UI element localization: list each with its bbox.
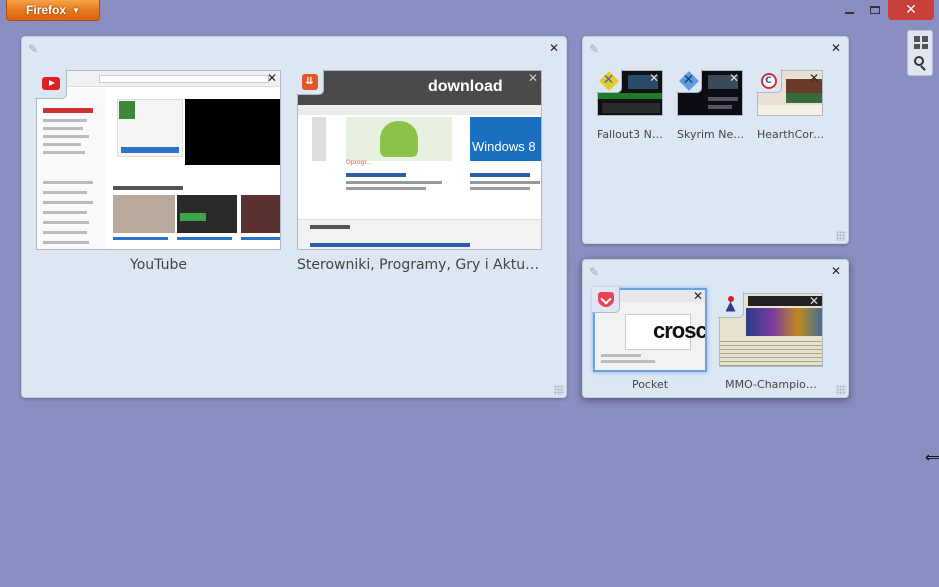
nexus-icon	[680, 72, 698, 90]
pocket-favicon	[592, 287, 620, 313]
tab-title: HearthCore - …	[757, 128, 825, 141]
close-group-button[interactable]: ✕	[830, 42, 842, 54]
close-tab-button[interactable]: ✕	[808, 295, 820, 307]
tab-hearthcore[interactable]: C ✕ HearthCore - …	[756, 69, 825, 141]
tab-mmo-champion[interactable]: ✕ MMO-Champio…	[718, 292, 823, 392]
tab-group-1[interactable]: ✎ ✕ ✕ YouTube download Windows 8 Oprogr.…	[21, 36, 567, 398]
hearthcore-icon: C	[760, 72, 777, 89]
chevron-down-icon: ▼	[72, 5, 80, 15]
panorama-tools	[907, 30, 933, 76]
youtube-favicon	[35, 69, 67, 99]
firefox-menu-button[interactable]: Firefox ▼	[6, 0, 100, 21]
thumb-logo: download	[428, 78, 503, 95]
close-tab-button[interactable]: ✕	[692, 290, 704, 302]
group-view-icon[interactable]	[914, 36, 928, 49]
tab-title: Sterowniki, Programy, Gry i Aktual…	[297, 257, 542, 273]
tab-title: Fallout3 Nexus…	[597, 128, 665, 141]
minimize-button[interactable]	[838, 0, 860, 20]
edit-group-title-icon[interactable]: ✎	[589, 42, 603, 56]
tab-pocket[interactable]: crosc ✕ Pocket	[592, 287, 707, 392]
nexus-favicon	[596, 69, 622, 93]
close-tab-button[interactable]: ✕	[266, 72, 278, 84]
nexus-icon	[600, 72, 618, 90]
edit-group-title-icon[interactable]: ✎	[28, 42, 42, 56]
thumb-label: Windows 8	[472, 139, 536, 154]
maximize-button[interactable]	[864, 0, 886, 20]
dobreprogramy-icon: ⇊	[301, 73, 318, 90]
tab-skyrim-nexus[interactable]: ✕ Skyrim Nexus…	[676, 69, 745, 141]
tab-title: YouTube	[130, 257, 187, 273]
tab-thumbnail: download Windows 8 Oprogr...	[297, 70, 542, 250]
hearthcore-favicon: C	[756, 69, 782, 93]
tab-title: Skyrim Nexus…	[677, 128, 745, 141]
resize-grip[interactable]	[836, 231, 846, 241]
firefox-menu-label: Firefox	[26, 3, 67, 17]
maximize-icon	[870, 6, 880, 14]
close-tab-button[interactable]: ✕	[808, 72, 820, 84]
close-tab-button[interactable]: ✕	[648, 72, 660, 84]
youtube-icon	[41, 77, 60, 90]
tab-thumbnail	[36, 70, 281, 250]
mmo-champion-favicon	[718, 292, 744, 318]
close-group-button[interactable]: ✕	[830, 265, 842, 277]
close-tab-button[interactable]: ✕	[527, 72, 539, 84]
resize-cursor-icon: ⟺	[925, 450, 939, 466]
tab-dobreprogramy[interactable]: download Windows 8 Oprogr... ⇊ ✕ Sterown…	[296, 69, 542, 280]
tab-fallout3-nexus[interactable]: ✕ Fallout3 Nexus…	[596, 69, 665, 141]
tab-group-3[interactable]: ✎ ✕ crosc ✕ Pocket ✕ MMO-Champio…	[582, 259, 849, 398]
tab-group-2[interactable]: ✎ ✕ ✕ Fallout3 Nexus… ✕ Skyrim Nexus… C …	[582, 36, 849, 244]
search-icon[interactable]	[914, 56, 928, 71]
mmo-champion-icon	[723, 295, 739, 314]
close-group-button[interactable]: ✕	[548, 42, 560, 54]
nexus-favicon	[676, 69, 702, 93]
tab-youtube[interactable]: ✕ YouTube	[35, 69, 281, 280]
resize-grip[interactable]	[836, 385, 846, 395]
close-window-button[interactable]: ✕	[888, 0, 934, 20]
dobreprogramy-favicon: ⇊	[296, 69, 324, 95]
tab-title: MMO-Champio…	[725, 378, 817, 391]
thumb-label: crosc	[653, 318, 707, 343]
tab-title: Pocket	[631, 378, 669, 391]
thumb-label: Oprogr...	[346, 159, 372, 166]
close-icon: ✕	[905, 2, 917, 18]
resize-grip[interactable]	[554, 385, 564, 395]
minimize-icon	[844, 12, 854, 14]
close-tab-button[interactable]: ✕	[728, 72, 740, 84]
edit-group-title-icon[interactable]: ✎	[589, 265, 603, 279]
pocket-icon	[597, 292, 614, 307]
